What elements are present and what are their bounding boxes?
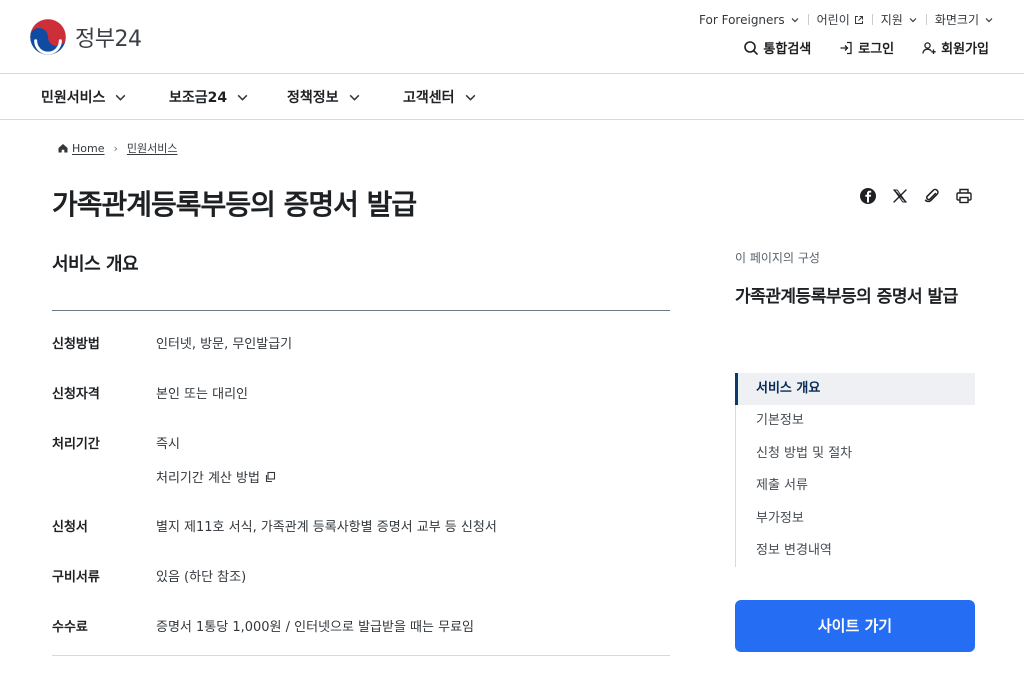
kids-label: 어린이: [816, 13, 850, 27]
header-actions: 통합검색 로그인 회원가입: [716, 38, 989, 57]
info-value: 별지 제11호 서식, 가족관계 등록사항별 증명서 교부 등 신청서: [156, 520, 497, 535]
add-user-icon: [922, 41, 936, 54]
info-value: 즉시: [156, 437, 180, 452]
gnb-item-label: 고객센터: [403, 90, 455, 106]
copy-window-icon: [265, 471, 276, 482]
support-label: 지원: [880, 13, 903, 27]
chevron-down-icon: [237, 94, 248, 101]
facebook-share-button[interactable]: [857, 185, 879, 207]
for-foreigners-label: For Foreigners: [699, 12, 785, 27]
info-value: 있음 (하단 참조): [156, 570, 247, 585]
screen-size-label: 화면크기: [934, 13, 979, 27]
info-value: 증명서 1통당 1,000원 / 인터넷으로 발급받을 때는 무료임: [156, 620, 474, 635]
toc-item-basic-info[interactable]: 기본정보: [736, 405, 975, 437]
chevron-down-icon: [791, 17, 799, 22]
toc-item-procedure[interactable]: 신청 방법 및 절차: [736, 438, 975, 470]
print-icon: [956, 188, 972, 204]
info-label: 신청방법: [52, 337, 100, 352]
copy-link-button[interactable]: [921, 185, 943, 207]
info-value: 본인 또는 대리인: [156, 387, 248, 402]
gnb-item-policy-info[interactable]: 정책정보: [287, 87, 361, 107]
page-title: 가족관계등록부등의 증명서 발급: [52, 188, 417, 221]
login-label: 로그인: [858, 42, 895, 57]
gov24-logo[interactable]: 정부24: [29, 18, 142, 56]
site-header: 정부24 For Foreigners 어린이 지원 화면크기 통합검색 로그인…: [0, 0, 1024, 74]
chevron-down-icon: [909, 17, 917, 22]
info-value: 인터넷, 방문, 무인발급기: [156, 337, 293, 352]
toc-item-overview[interactable]: 서비스 개요: [735, 373, 975, 406]
support-menu[interactable]: 지원: [873, 11, 926, 28]
chevron-right-icon: ›: [113, 141, 118, 155]
gnb-item-subsidy24[interactable]: 보조금24: [169, 87, 249, 107]
home-icon: [58, 144, 68, 153]
chevron-down-icon: [116, 94, 126, 101]
gnb-item-label: 정책정보: [287, 90, 339, 106]
search-icon: [744, 40, 759, 55]
gnb-item-civil-service[interactable]: 민원서비스: [41, 87, 127, 107]
for-foreigners-menu[interactable]: For Foreigners: [691, 13, 808, 27]
chevron-down-icon: [349, 94, 359, 101]
logo-text: 정부24: [75, 27, 142, 52]
info-label: 구비서류: [52, 570, 100, 585]
divider: [52, 310, 670, 311]
signup-label: 회원가입: [941, 42, 989, 57]
table-of-contents: 서비스 개요 기본정보 신청 방법 및 절차 제출 서류 부가정보 정보 변경내…: [735, 373, 975, 568]
toc-title: 가족관계등록부등의 증명서 발급: [735, 287, 958, 307]
gnb-item-label: 보조금24: [169, 90, 228, 106]
paperclip-icon: [924, 188, 939, 203]
share-toolbar: [857, 185, 975, 207]
breadcrumb-home-link[interactable]: Home: [72, 142, 104, 155]
calc-link-label: 처리기간 계산 방법: [156, 471, 260, 486]
chevron-down-icon: [985, 17, 993, 22]
breadcrumb-civil-service-link[interactable]: 민원서비스: [127, 140, 178, 156]
utility-menu: For Foreigners 어린이 지원 화면크기: [691, 11, 994, 28]
integrated-search-button[interactable]: 통합검색: [743, 38, 811, 57]
processing-time-calc-link[interactable]: 처리기간 계산 방법: [156, 467, 276, 486]
info-label: 처리기간: [52, 437, 100, 452]
divider: [52, 655, 670, 656]
toc-item-additional-info[interactable]: 부가정보: [736, 503, 975, 535]
kids-link[interactable]: 어린이: [809, 11, 872, 28]
toc-item-change-history[interactable]: 정보 변경내역: [736, 535, 975, 567]
x-logo-icon: [893, 189, 907, 203]
print-button[interactable]: [953, 185, 975, 207]
info-label: 수수료: [52, 620, 88, 635]
section-title-overview: 서비스 개요: [52, 254, 139, 275]
external-link-icon: [854, 15, 863, 24]
search-label: 통합검색: [763, 42, 812, 57]
gnb-item-customer-center[interactable]: 고객센터: [403, 87, 477, 107]
x-share-button[interactable]: [889, 185, 911, 207]
login-icon: [840, 41, 852, 54]
toc-item-documents[interactable]: 제출 서류: [736, 470, 975, 502]
taegeuk-logo-icon: [29, 18, 67, 56]
toc-caption: 이 페이지의 구성: [735, 251, 820, 265]
screen-size-menu[interactable]: 화면크기: [927, 11, 994, 28]
info-label: 신청자격: [52, 387, 100, 402]
login-button[interactable]: 로그인: [838, 38, 894, 57]
chevron-down-icon: [465, 94, 475, 101]
breadcrumb: Home › 민원서비스: [57, 140, 178, 156]
gnb-item-label: 민원서비스: [41, 90, 106, 106]
go-to-site-button[interactable]: 사이트 가기: [735, 600, 975, 652]
info-label: 신청서: [52, 520, 88, 535]
facebook-icon: [860, 188, 876, 204]
signup-button[interactable]: 회원가입: [921, 38, 989, 57]
global-navigation: 민원서비스 보조금24 정책정보 고객센터: [0, 74, 1024, 120]
